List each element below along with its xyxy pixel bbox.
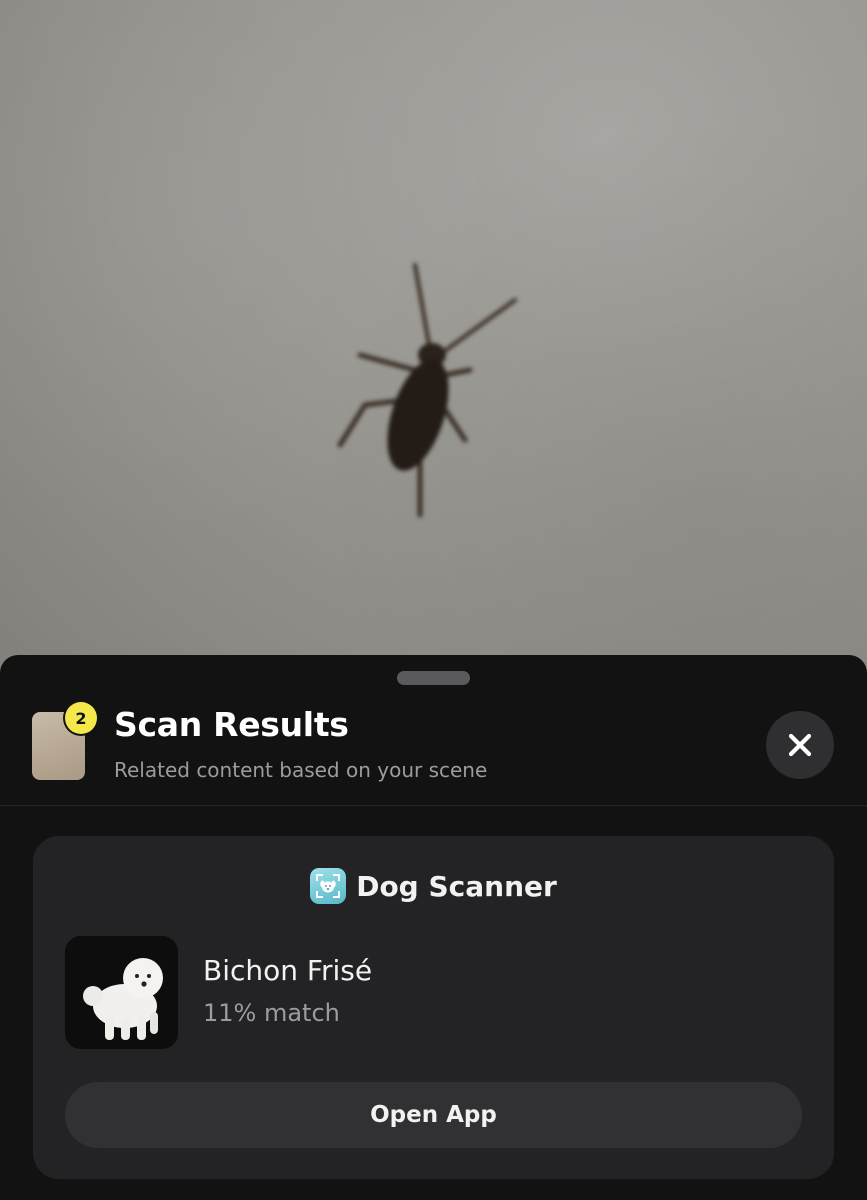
- dog-breed-image[interactable]: [65, 936, 178, 1049]
- breed-name: Bichon Frisé: [203, 954, 373, 987]
- app-name: Dog Scanner: [356, 869, 557, 903]
- camera-view: [0, 0, 867, 700]
- insect-in-frame: [337, 263, 517, 518]
- bichon-dog-photo: [65, 936, 178, 1049]
- scan-count-badge: 2: [65, 702, 97, 734]
- sheet-subtitle: Related content based on your scene: [114, 758, 488, 782]
- close-icon: [788, 733, 812, 757]
- app-header: Dog Scanner: [33, 866, 834, 906]
- scan-results-sheet: 2 Scan Results Related content based on …: [0, 655, 867, 1200]
- match-percentage: 11% match: [203, 999, 340, 1027]
- sheet-grabber-handle[interactable]: [397, 671, 470, 685]
- dog-face-icon: [316, 874, 341, 898]
- close-button[interactable]: [766, 711, 834, 779]
- open-app-button[interactable]: Open App: [65, 1082, 802, 1148]
- header-divider: [0, 805, 867, 806]
- dog-scanner-app-icon: [310, 868, 347, 904]
- sheet-title: Scan Results: [114, 705, 349, 744]
- result-card: Dog Scanner Bichon Frisé 11% match Open …: [33, 836, 834, 1179]
